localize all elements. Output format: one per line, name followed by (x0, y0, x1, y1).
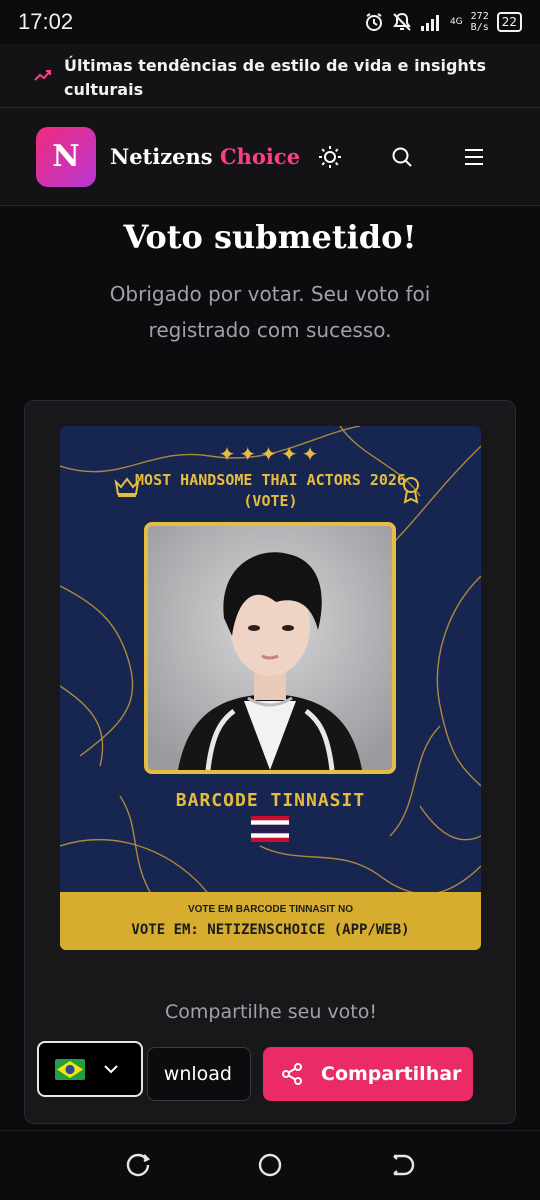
page-subtitle: Obrigado por votar. Seu voto foi registr… (109, 282, 431, 342)
share-icon (282, 1063, 302, 1085)
vote-poster: ✦✦✦✦✦ MOST HANDSOME THAI ACTORS 2026 (VO… (60, 426, 481, 950)
actor-photo (144, 522, 396, 774)
menu-button[interactable] (461, 144, 487, 170)
brand-name[interactable]: Netizens Choice (110, 144, 300, 169)
poster-title: MOST HANDSOME THAI ACTORS 2026 (VOTE) (135, 471, 406, 510)
mute-icon (393, 12, 411, 31)
ticker-text[interactable]: Últimas tendências de estilo de vida e i… (64, 54, 520, 102)
status-time: 17:02 (18, 9, 74, 34)
network-type: 4G (449, 16, 463, 27)
share-button-label: Compartilhar (321, 1063, 462, 1085)
actor-portrait (148, 526, 392, 770)
recent-apps-icon[interactable] (124, 1151, 152, 1179)
network-speed: 272 B/s (470, 11, 489, 33)
actor-name: BARCODE TINNASIT (175, 790, 366, 811)
medal-icon (403, 477, 419, 504)
battery-level: 22 (496, 12, 522, 32)
search-button[interactable] (389, 144, 415, 170)
share-label: Compartilhe seu voto! (165, 1001, 377, 1023)
search-icon (392, 147, 412, 167)
brand-main: Netizens (110, 144, 213, 169)
back-icon[interactable] (388, 1151, 416, 1179)
language-select[interactable] (37, 1041, 143, 1097)
home-icon[interactable] (256, 1151, 284, 1179)
chevron-down-icon (104, 1065, 118, 1074)
thailand-flag-icon (251, 816, 289, 842)
system-nav-bar (0, 1130, 540, 1200)
alarm-icon (365, 13, 382, 31)
signal-icon (420, 15, 439, 31)
vote-card: ✦✦✦✦✦ MOST HANDSOME THAI ACTORS 2026 (VO… (24, 400, 516, 1124)
brand-accent: Choice (219, 144, 301, 169)
status-bar: 17:02 4G 272 B/s 22 (0, 0, 540, 44)
theme-toggle-button[interactable] (317, 144, 343, 170)
download-button[interactable]: wnload (147, 1047, 251, 1101)
footer-big-text: VOTE EM: NETIZENSCHOICE (APP/WEB) (131, 922, 410, 938)
news-ticker[interactable]: Últimas tendências de estilo de vida e i… (0, 44, 540, 108)
page-title: Voto submetido! (123, 218, 417, 256)
trending-up-icon (34, 70, 51, 81)
menu-icon (465, 149, 483, 165)
status-icons: 4G 272 B/s 22 (364, 11, 522, 33)
brazil-flag-icon (55, 1058, 85, 1080)
logo-badge[interactable]: N (36, 126, 96, 187)
footer-small-text: VOTE EM BARCODE TINNASIT NO (187, 904, 353, 915)
site-header: N Netizens Choice (0, 108, 540, 206)
sun-icon (319, 146, 341, 168)
share-button[interactable]: Compartilhar (263, 1047, 473, 1101)
poster-footer: VOTE EM BARCODE TINNASIT NO VOTE EM: NET… (60, 892, 481, 950)
decorative-stars: ✦✦✦✦✦ (218, 442, 323, 466)
